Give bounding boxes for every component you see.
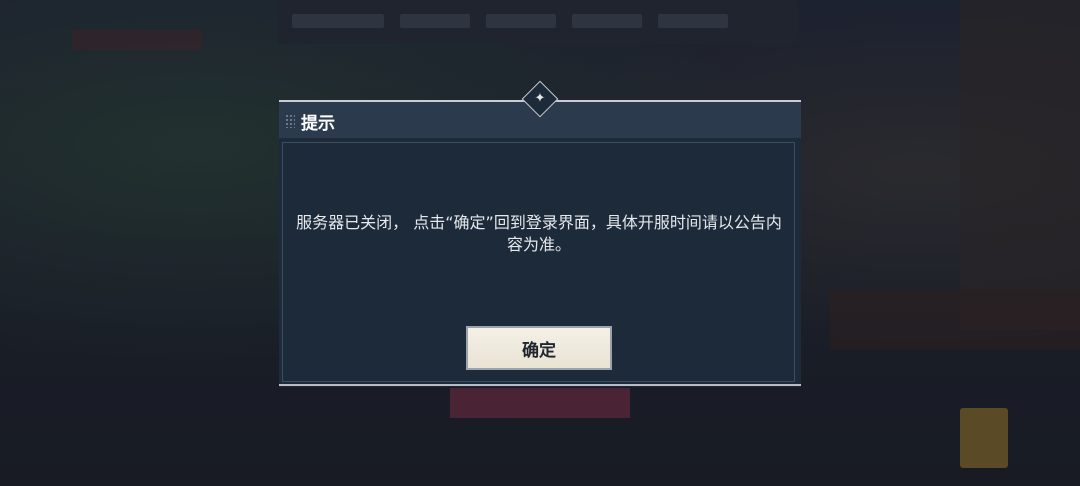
dialog-bottom-border <box>279 384 801 386</box>
background-tab <box>658 14 728 28</box>
notice-dialog: 提示 服务器已关闭， 点击“确定”回到登录界面，具体开服时间请以公告内容为准。 … <box>279 100 801 387</box>
background-tab <box>292 14 384 28</box>
emblem-icon: ✦ <box>534 91 546 106</box>
confirm-button[interactable]: 确定 <box>466 326 612 370</box>
dialog-title: 提示 <box>301 114 335 134</box>
background-artwork <box>960 0 1080 330</box>
background-tab <box>486 14 556 28</box>
background-button <box>450 388 630 418</box>
dialog-message: 服务器已关闭， 点击“确定”回到登录界面，具体开服时间请以公告内容为准。 <box>296 213 782 254</box>
grip-dots-icon <box>285 114 295 128</box>
background-tab <box>572 14 642 28</box>
background-top-bar <box>278 0 798 44</box>
background-artwork <box>830 290 1080 350</box>
background-tab <box>400 14 470 28</box>
background-logo <box>72 30 202 50</box>
background-icon <box>960 408 1008 468</box>
